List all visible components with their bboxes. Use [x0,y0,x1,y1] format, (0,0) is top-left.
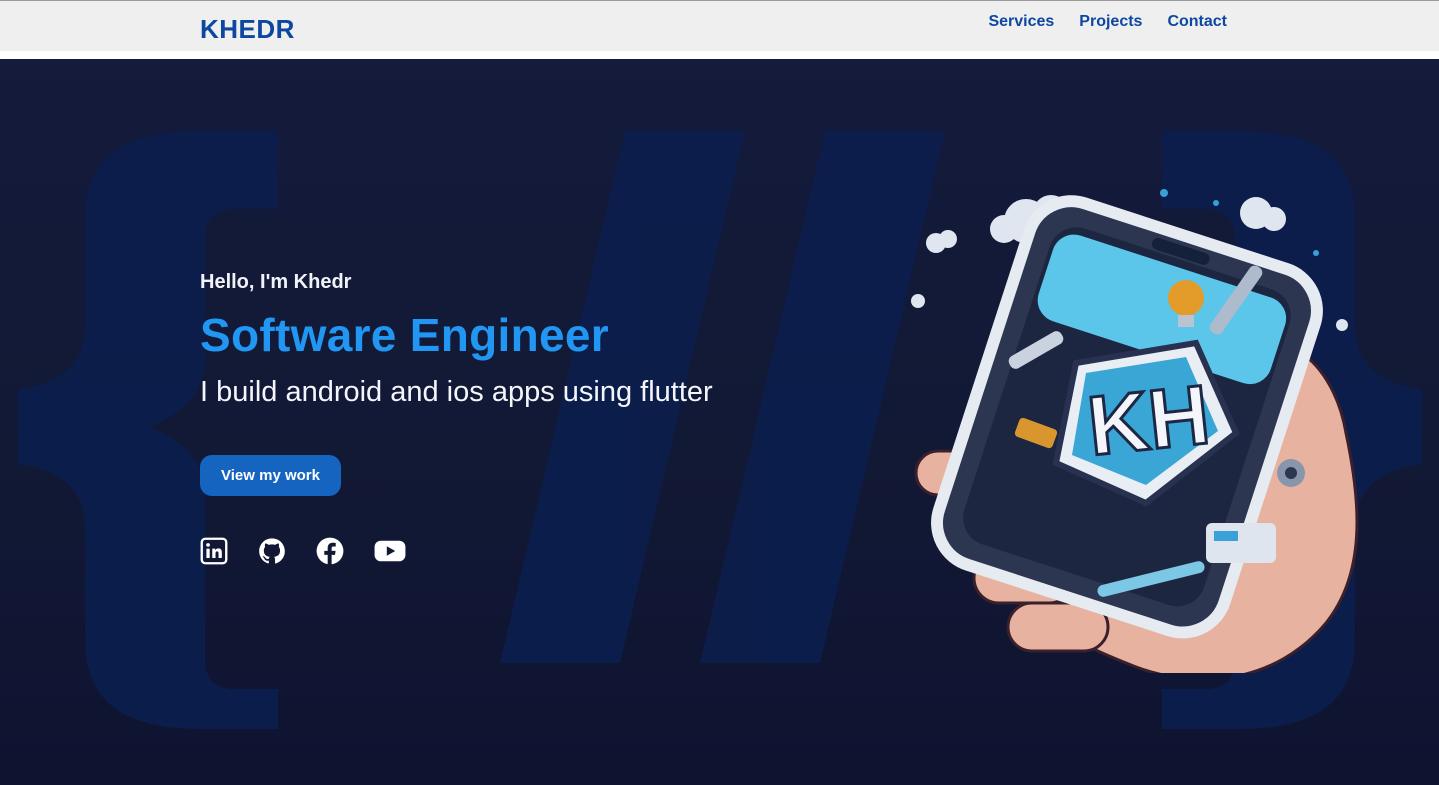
view-my-work-button[interactable]: View my work [200,455,341,496]
nav-link-services[interactable]: Services [988,13,1054,31]
hero-section: Hello, I'm Khedr Software Engineer I bui… [0,59,1439,785]
tagline-text: I build android and ios apps using flutt… [200,376,713,408]
header-divider [0,51,1439,59]
youtube-link[interactable] [374,537,406,565]
facebook-icon [316,537,344,565]
linkedin-icon [200,537,228,565]
hero-text-block: Hello, I'm Khedr Software Engineer I bui… [200,271,713,496]
svg-text:KH: KH [1083,367,1213,473]
github-icon [259,538,285,564]
nav-link-contact[interactable]: Contact [1167,13,1227,31]
social-links [200,537,406,565]
hero-illustration: KH [911,189,1359,673]
role-heading: Software Engineer [200,309,609,361]
site-logo[interactable]: KHEDR [200,14,295,45]
greeting-text: Hello, I'm Khedr [200,271,352,293]
youtube-icon [374,540,406,562]
github-link[interactable] [258,537,286,565]
facebook-link[interactable] [316,537,344,565]
linkedin-link[interactable] [200,537,228,565]
top-nav-bar: KHEDR Services Projects Contact [0,0,1439,51]
main-nav: Services Projects Contact [988,13,1227,31]
nav-link-projects[interactable]: Projects [1079,13,1142,31]
